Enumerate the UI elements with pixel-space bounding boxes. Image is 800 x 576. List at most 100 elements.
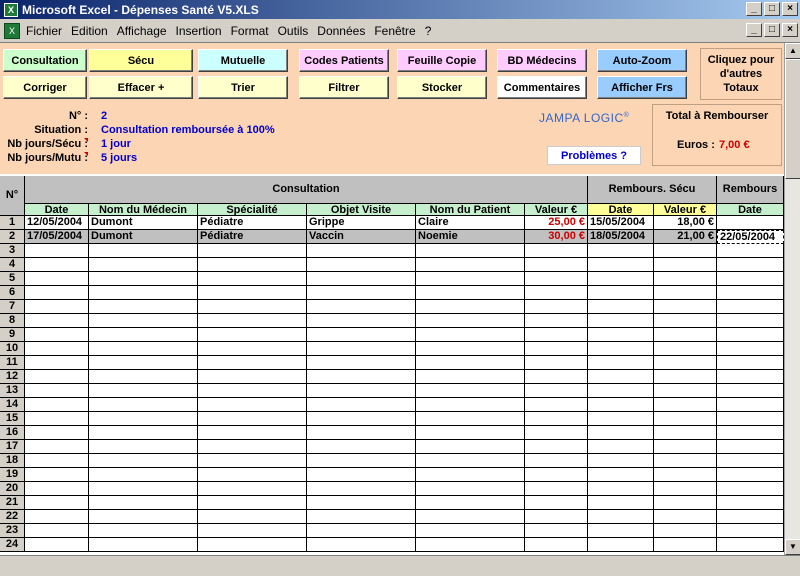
table-cell[interactable]	[25, 258, 89, 272]
table-cell[interactable]	[307, 524, 416, 538]
table-cell[interactable]	[416, 356, 525, 370]
table-cell[interactable]	[416, 300, 525, 314]
table-cell[interactable]	[717, 538, 784, 552]
table-cell[interactable]	[89, 342, 198, 356]
table-cell[interactable]	[25, 412, 89, 426]
table-cell[interactable]	[654, 258, 717, 272]
table-cell[interactable]	[89, 412, 198, 426]
table-cell[interactable]: Grippe	[307, 216, 416, 230]
table-cell[interactable]	[525, 300, 588, 314]
table-cell[interactable]	[654, 300, 717, 314]
table-cell[interactable]	[416, 314, 525, 328]
table-cell[interactable]	[25, 342, 89, 356]
table-cell[interactable]	[654, 468, 717, 482]
table-cell[interactable]	[307, 468, 416, 482]
table-cell[interactable]	[25, 510, 89, 524]
table-cell[interactable]: Claire	[416, 216, 525, 230]
table-cell[interactable]	[717, 244, 784, 258]
table-cell[interactable]	[416, 426, 525, 440]
table-cell[interactable]	[588, 300, 654, 314]
table-cell[interactable]	[525, 272, 588, 286]
table-cell[interactable]	[416, 440, 525, 454]
table-cell[interactable]	[525, 244, 588, 258]
table-cell[interactable]	[588, 314, 654, 328]
table-cell[interactable]: 30,00 €	[525, 230, 588, 244]
table-cell[interactable]	[416, 370, 525, 384]
table-cell[interactable]	[416, 412, 525, 426]
table-cell[interactable]	[198, 398, 307, 412]
table-cell[interactable]	[416, 538, 525, 552]
table-cell[interactable]: 17/05/2004	[25, 230, 89, 244]
table-cell[interactable]	[717, 342, 784, 356]
table-cell[interactable]	[654, 524, 717, 538]
table-cell[interactable]	[25, 384, 89, 398]
table-cell[interactable]	[25, 286, 89, 300]
table-cell[interactable]	[588, 356, 654, 370]
table-cell[interactable]	[25, 440, 89, 454]
table-cell[interactable]	[307, 356, 416, 370]
table-cell[interactable]	[89, 440, 198, 454]
table-cell[interactable]	[525, 426, 588, 440]
table-cell[interactable]	[25, 398, 89, 412]
table-cell[interactable]	[717, 398, 784, 412]
table-cell[interactable]	[588, 468, 654, 482]
scroll-up-icon[interactable]: ▲	[785, 43, 800, 59]
table-cell[interactable]	[717, 510, 784, 524]
minimize-button[interactable]: _	[746, 2, 762, 16]
table-cell[interactable]	[654, 510, 717, 524]
table-cell[interactable]: 18,00 €	[654, 216, 717, 230]
table-cell[interactable]	[588, 342, 654, 356]
table-cell[interactable]	[717, 384, 784, 398]
table-cell[interactable]	[25, 328, 89, 342]
scroll-thumb[interactable]	[785, 59, 800, 179]
table-cell[interactable]	[717, 314, 784, 328]
codes-patients-button[interactable]: Codes Patients	[299, 49, 389, 72]
table-cell[interactable]	[588, 426, 654, 440]
table-cell[interactable]	[654, 440, 717, 454]
table-cell[interactable]	[525, 384, 588, 398]
table-cell[interactable]	[588, 496, 654, 510]
table-cell[interactable]	[717, 300, 784, 314]
table-cell[interactable]	[717, 440, 784, 454]
table-cell[interactable]	[198, 328, 307, 342]
table-cell[interactable]	[198, 258, 307, 272]
table-cell[interactable]	[89, 384, 198, 398]
table-cell[interactable]	[307, 482, 416, 496]
table-cell[interactable]	[588, 384, 654, 398]
table-cell[interactable]	[198, 342, 307, 356]
table-cell[interactable]	[25, 496, 89, 510]
table-cell[interactable]	[89, 328, 198, 342]
table-cell[interactable]	[588, 524, 654, 538]
trier-button[interactable]: Trier	[198, 76, 288, 99]
table-cell[interactable]	[525, 468, 588, 482]
effacer--button[interactable]: Effacer +	[89, 76, 193, 99]
table-cell[interactable]	[525, 370, 588, 384]
bd-m-decins-button[interactable]: BD Médecins	[497, 49, 587, 72]
table-cell[interactable]: Noemie	[416, 230, 525, 244]
table-cell[interactable]	[654, 412, 717, 426]
table-cell[interactable]	[654, 314, 717, 328]
maximize-button[interactable]: □	[764, 2, 780, 16]
table-cell[interactable]	[525, 454, 588, 468]
table-cell[interactable]	[89, 496, 198, 510]
table-cell[interactable]	[25, 524, 89, 538]
table-cell[interactable]	[525, 482, 588, 496]
auto-zoom-button[interactable]: Auto-Zoom	[597, 49, 687, 72]
table-cell[interactable]	[416, 496, 525, 510]
table-cell[interactable]	[307, 286, 416, 300]
table-cell[interactable]: Pédiatre	[198, 216, 307, 230]
table-cell[interactable]	[717, 412, 784, 426]
menu-insertion[interactable]: Insertion	[176, 24, 222, 38]
table-cell[interactable]	[416, 454, 525, 468]
table-cell[interactable]	[198, 538, 307, 552]
table-cell[interactable]	[525, 398, 588, 412]
stocker-button[interactable]: Stocker	[397, 76, 487, 99]
table-cell[interactable]	[89, 426, 198, 440]
menu-edition[interactable]: Edition	[71, 24, 108, 38]
table-cell[interactable]	[416, 286, 525, 300]
table-cell[interactable]	[588, 412, 654, 426]
table-cell[interactable]	[416, 468, 525, 482]
table-cell[interactable]	[416, 342, 525, 356]
problems-button[interactable]: Problèmes ?	[547, 146, 641, 165]
table-cell[interactable]	[717, 482, 784, 496]
